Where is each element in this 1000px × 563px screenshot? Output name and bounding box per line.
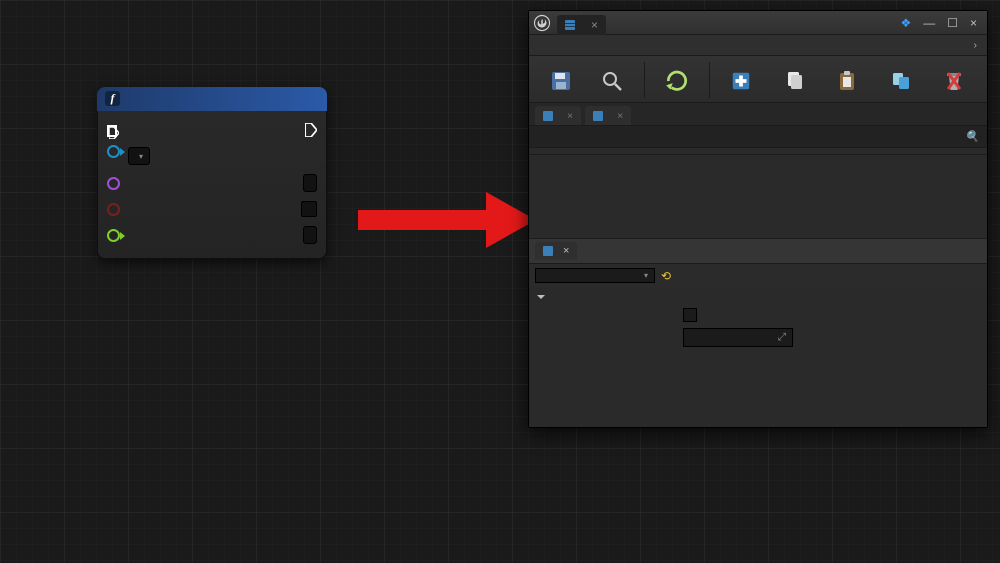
struct-float-pin[interactable] — [107, 229, 120, 242]
tab-row-editor[interactable]: × — [535, 242, 577, 260]
struct-bool-checkbox[interactable] — [301, 201, 317, 217]
close-window-button[interactable]: × — [970, 16, 977, 30]
function-icon: f — [105, 91, 120, 106]
data-table-dropdown[interactable]: ▾ — [128, 147, 150, 165]
reimport-button[interactable] — [653, 66, 701, 98]
struct-bool-pin[interactable] — [107, 203, 120, 216]
close-tab-icon[interactable]: × — [617, 110, 623, 122]
detail-row-test-bool — [529, 305, 987, 325]
browse-button[interactable] — [589, 66, 637, 98]
node-header[interactable]: f — [97, 87, 327, 111]
chevron-right-icon[interactable]: › — [974, 39, 978, 51]
row-name-input[interactable] — [303, 174, 317, 192]
expand-icon[interactable]: ⤢ — [778, 331, 786, 344]
window-tab[interactable]: × — [557, 15, 606, 35]
data-table-pin[interactable] — [107, 145, 120, 158]
blueprint-node[interactable]: f ▾ — [97, 87, 327, 259]
expand-icon — [537, 295, 545, 299]
table-icon — [543, 246, 553, 256]
paste-button[interactable] — [823, 66, 873, 98]
window-titlebar[interactable]: × ❖ — ☐ × — [529, 11, 987, 35]
browse-icon — [599, 68, 625, 94]
unreal-logo-icon — [533, 14, 551, 32]
toolbar — [529, 56, 987, 103]
panel-tabs: × × — [529, 103, 987, 125]
duplicate-icon — [888, 68, 914, 94]
table-icon — [543, 111, 553, 121]
window-link-icon[interactable]: ❖ — [900, 16, 911, 30]
table-icon — [593, 111, 603, 121]
add-button[interactable] — [718, 66, 766, 98]
save-icon — [548, 68, 574, 94]
tab-data-table[interactable]: × — [535, 106, 581, 125]
details-group-header[interactable] — [529, 289, 987, 305]
remove-button[interactable] — [930, 66, 980, 98]
maximize-button[interactable]: ☐ — [947, 16, 958, 30]
table-header — [529, 148, 987, 155]
chevron-down-icon: ▾ — [139, 152, 143, 161]
rowname-dropdown[interactable]: ▾ — [535, 268, 655, 283]
detail-row-test-float: ⤢ — [529, 325, 987, 350]
rowname-toolbar: ▾ ⟲ — [529, 264, 987, 287]
detail-bool-checkbox[interactable] — [683, 308, 697, 322]
close-tab-icon[interactable]: × — [591, 18, 598, 32]
row-name-pin[interactable] — [107, 177, 120, 190]
chevron-down-icon: ▾ — [644, 271, 648, 280]
struct-float-input[interactable] — [303, 226, 317, 244]
data-table-grid[interactable] — [529, 148, 987, 238]
menubar: › — [529, 35, 987, 56]
details-panel: ⤢ — [529, 287, 987, 427]
tab-data-table-details[interactable]: × — [585, 106, 631, 125]
row-type-label: › — [972, 39, 978, 51]
add-icon — [728, 68, 754, 94]
exec-in-pin[interactable] — [107, 125, 117, 137]
reimport-icon — [664, 68, 690, 94]
minimize-button[interactable]: — — [923, 16, 935, 30]
search-icon: 🔍 — [965, 130, 979, 143]
copy-icon — [781, 68, 807, 94]
close-tab-icon[interactable]: × — [567, 110, 573, 122]
table-row[interactable] — [529, 155, 987, 161]
duplicate-button[interactable] — [876, 66, 926, 98]
remove-icon — [941, 68, 967, 94]
data-table-editor-window: × ❖ — ☐ × › — [528, 10, 988, 428]
revert-icon[interactable]: ⟲ — [661, 269, 671, 283]
copy-button[interactable] — [769, 66, 819, 98]
row-editor-tabbar: × — [529, 238, 987, 264]
node-body: ▾ — [97, 111, 327, 259]
table-icon — [565, 20, 575, 30]
arrow-icon — [358, 192, 538, 248]
search-input[interactable]: 🔍 — [529, 125, 987, 148]
detail-float-input[interactable]: ⤢ — [683, 328, 793, 347]
close-tab-icon[interactable]: × — [563, 245, 569, 257]
exec-out-pin[interactable] — [305, 123, 317, 140]
save-button[interactable] — [537, 66, 585, 98]
paste-icon — [834, 68, 860, 94]
